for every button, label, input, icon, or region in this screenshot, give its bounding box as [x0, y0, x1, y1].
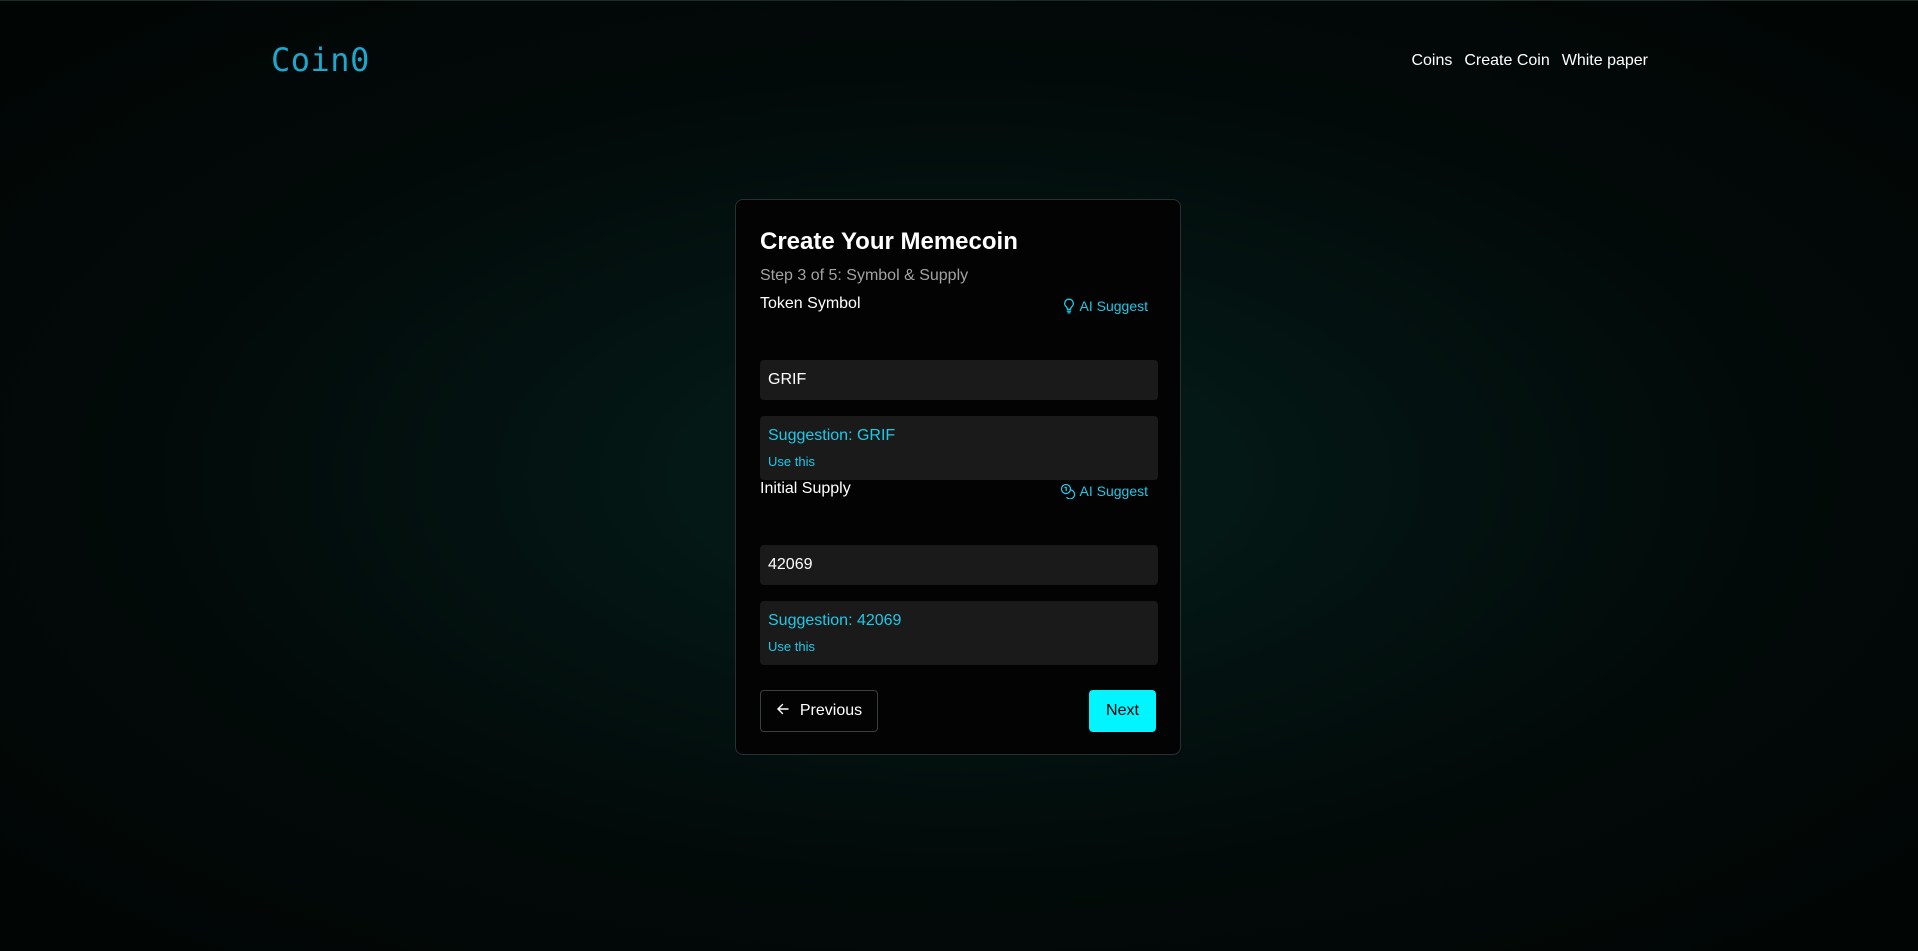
token-symbol-suggestion: Suggestion: GRIF — [768, 427, 896, 444]
initial-supply-ai-suggest-button[interactable]: AI Suggest — [1060, 483, 1149, 499]
nav-link-white-paper[interactable]: White paper — [1562, 52, 1648, 70]
initial-supply-label: Initial Supply — [760, 480, 851, 497]
token-symbol-suggestion-box: Suggestion: GRIF Use this — [760, 416, 1158, 480]
arrow-left-icon — [776, 702, 790, 721]
nav-link-create-coin[interactable]: Create Coin — [1464, 52, 1549, 70]
token-symbol-ai-suggest-button[interactable]: AI Suggest — [1062, 298, 1149, 314]
previous-button[interactable]: Previous — [760, 690, 878, 732]
initial-supply-suggestion-box: Suggestion: 42069 Use this — [760, 601, 1158, 665]
logo[interactable]: Coin0 — [271, 41, 370, 79]
page-title: Create Your Memecoin — [760, 228, 1018, 255]
ai-suggest-label: AI Suggest — [1079, 298, 1149, 314]
lightbulb-icon — [1062, 298, 1076, 314]
nav-link-coins[interactable]: Coins — [1411, 52, 1452, 70]
initial-supply-input[interactable] — [760, 545, 1158, 585]
site-header: Coin0 Coins Create Coin White paper — [0, 1, 1918, 121]
coins-icon — [1060, 483, 1076, 499]
initial-supply-suggestion: Suggestion: 42069 — [768, 612, 902, 629]
initial-supply-use-this-link[interactable]: Use this — [768, 639, 815, 654]
step-indicator: Step 3 of 5: Symbol & Supply — [760, 267, 969, 284]
token-symbol-label: Token Symbol — [760, 295, 861, 312]
create-coin-card: Create Your Memecoin Step 3 of 5: Symbol… — [735, 199, 1181, 755]
previous-button-label: Previous — [799, 702, 863, 719]
main-nav: Coins Create Coin White paper — [1411, 52, 1648, 70]
ai-suggest-label: AI Suggest — [1079, 483, 1149, 499]
token-symbol-input[interactable] — [760, 360, 1158, 400]
next-button[interactable]: Next — [1089, 690, 1156, 732]
token-symbol-use-this-link[interactable]: Use this — [768, 454, 815, 469]
